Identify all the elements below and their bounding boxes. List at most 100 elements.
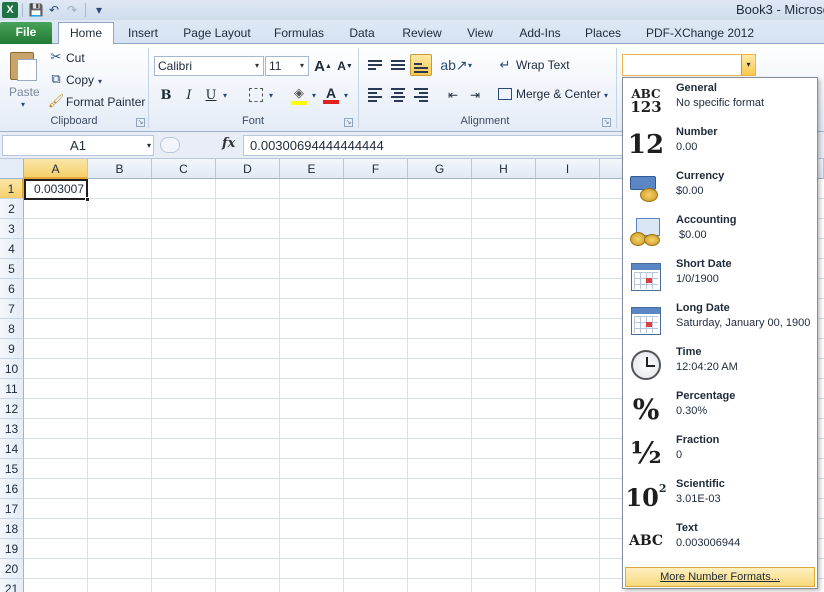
row-header[interactable]: 3 xyxy=(0,219,24,239)
formula-bar-splitter[interactable] xyxy=(160,135,224,156)
bold-button[interactable]: B xyxy=(155,84,177,106)
align-bottom-button[interactable] xyxy=(410,54,432,76)
save-icon[interactable]: 💾 xyxy=(27,1,45,19)
chevron-down-icon[interactable]: ▾ xyxy=(147,136,151,155)
underline-dropdown-icon[interactable]: ▾ xyxy=(221,88,229,102)
row-header[interactable]: 8 xyxy=(0,319,24,339)
underline-button[interactable]: U xyxy=(200,84,222,106)
cut-icon[interactable]: ✂ xyxy=(48,49,64,65)
name-box[interactable]: A1 ▾ xyxy=(2,135,154,156)
tab-home[interactable]: Home xyxy=(58,22,114,44)
alignment-launcher-icon[interactable]: ↘ xyxy=(602,118,611,127)
tab-add-ins[interactable]: Add-Ins xyxy=(512,23,568,44)
shrink-font-button[interactable]: A ▼ xyxy=(334,55,356,77)
undo-icon[interactable]: ↶ xyxy=(45,1,63,19)
tab-places[interactable]: Places xyxy=(580,23,626,44)
redo-icon[interactable]: ↷ xyxy=(63,1,81,19)
row-header[interactable]: 15 xyxy=(0,459,24,479)
fill-handle[interactable] xyxy=(85,197,90,202)
format-item-time[interactable]: Time 12:04:20 AM xyxy=(623,342,817,386)
fill-color-dropdown-icon[interactable]: ▾ xyxy=(310,88,318,102)
font-color-icon[interactable]: A xyxy=(320,84,342,106)
copy-icon[interactable]: ⧉ xyxy=(48,71,64,87)
row-header[interactable]: 10 xyxy=(0,359,24,379)
tab-review[interactable]: Review xyxy=(396,23,448,44)
row-header[interactable]: 9 xyxy=(0,339,24,359)
chevron-down-icon[interactable]: ▾ xyxy=(296,57,308,75)
format-item-general[interactable]: ABC 123 General No specific format xyxy=(623,78,817,122)
format-painter-button[interactable]: Format Painter xyxy=(66,95,145,109)
row-header[interactable]: 2 xyxy=(0,199,24,219)
font-name-combo[interactable]: Calibri ▾ xyxy=(154,56,264,76)
orientation-icon[interactable]: ab↗ xyxy=(440,56,467,74)
format-item-currency[interactable]: Currency $0.00 xyxy=(623,166,817,210)
column-header[interactable]: G xyxy=(408,159,472,179)
row-header[interactable]: 5 xyxy=(0,259,24,279)
tab-page-layout[interactable]: Page Layout xyxy=(178,23,256,44)
clipboard-launcher-icon[interactable]: ↘ xyxy=(136,118,145,127)
merge-center-button[interactable]: Merge & Center xyxy=(516,87,601,101)
row-header[interactable]: 18 xyxy=(0,519,24,539)
align-middle-button[interactable] xyxy=(387,54,409,76)
more-number-formats-button[interactable]: More Number Formats... xyxy=(625,567,815,587)
insert-function-button[interactable]: fx xyxy=(222,136,235,151)
format-item-text[interactable]: ABC Text 0.003006944 xyxy=(623,518,817,562)
column-header[interactable]: H xyxy=(472,159,536,179)
borders-icon[interactable] xyxy=(246,85,266,105)
format-painter-icon[interactable]: 🖌 xyxy=(48,93,65,109)
align-left-button[interactable] xyxy=(364,84,386,106)
row-header[interactable]: 16 xyxy=(0,479,24,499)
formula-input[interactable]: 0.00300694444444444 xyxy=(243,135,624,156)
row-header[interactable]: 20 xyxy=(0,559,24,579)
cut-button[interactable]: Cut xyxy=(66,51,85,65)
format-item-short-date[interactable]: Short Date 1/0/1900 xyxy=(623,254,817,298)
tab-insert[interactable]: Insert xyxy=(120,23,166,44)
font-color-dropdown-icon[interactable]: ▾ xyxy=(342,88,350,102)
increase-indent-button[interactable]: ⇥ xyxy=(464,84,486,106)
row-header[interactable]: 12 xyxy=(0,399,24,419)
row-header[interactable]: 6 xyxy=(0,279,24,299)
merge-dropdown-icon[interactable]: ▾ xyxy=(602,88,610,102)
chevron-down-icon[interactable]: ▾ xyxy=(741,55,755,75)
row-header[interactable]: 11 xyxy=(0,379,24,399)
column-header[interactable]: I xyxy=(536,159,600,179)
row-header[interactable]: 17 xyxy=(0,499,24,519)
align-center-button[interactable] xyxy=(387,84,409,106)
tab-file[interactable]: File xyxy=(0,22,52,44)
customize-quick-access-icon[interactable]: ▾ xyxy=(90,1,108,19)
chevron-down-icon[interactable]: ▾ xyxy=(251,57,263,75)
column-header[interactable]: C xyxy=(152,159,216,179)
fill-color-icon[interactable]: ◈ xyxy=(288,84,310,106)
column-header[interactable]: B xyxy=(88,159,152,179)
format-item-number[interactable]: 12 Number 0.00 xyxy=(623,122,817,166)
tab-data[interactable]: Data xyxy=(342,23,382,44)
row-header[interactable]: 19 xyxy=(0,539,24,559)
column-header[interactable]: D xyxy=(216,159,280,179)
italic-button[interactable]: I xyxy=(178,84,200,106)
format-item-scientific[interactable]: 10 2 Scientific 3.01E-03 xyxy=(623,474,817,518)
column-header[interactable]: A xyxy=(24,159,88,179)
paste-dropdown-icon[interactable]: ▾ xyxy=(8,100,38,109)
number-format-combo[interactable]: ▾ xyxy=(622,54,756,76)
column-header[interactable]: E xyxy=(280,159,344,179)
row-header[interactable]: 1 xyxy=(0,179,24,199)
row-header[interactable]: 21 xyxy=(0,579,24,592)
paste-icon[interactable] xyxy=(8,50,38,82)
row-header[interactable]: 4 xyxy=(0,239,24,259)
tab-formulas[interactable]: Formulas xyxy=(268,23,330,44)
copy-button[interactable]: Copy xyxy=(66,73,94,87)
row-header[interactable]: 14 xyxy=(0,439,24,459)
format-item-fraction[interactable]: ½ Fraction 0 xyxy=(623,430,817,474)
font-size-combo[interactable]: 11 ▾ xyxy=(265,56,309,76)
orientation-dropdown-icon[interactable]: ▾ xyxy=(466,58,474,72)
grow-font-button[interactable]: A ▲ xyxy=(312,55,334,77)
excel-app-icon[interactable]: X xyxy=(2,2,18,18)
format-item-percentage[interactable]: % Percentage 0.30% xyxy=(623,386,817,430)
format-item-long-date[interactable]: Long Date Saturday, January 00, 1900 xyxy=(623,298,817,342)
align-right-button[interactable] xyxy=(410,84,432,106)
cell-a1[interactable]: 0.003007 xyxy=(24,179,88,200)
paste-button[interactable]: Paste xyxy=(9,85,40,99)
row-header[interactable]: 13 xyxy=(0,419,24,439)
font-launcher-icon[interactable]: ↘ xyxy=(344,118,353,127)
column-header[interactable]: F xyxy=(344,159,408,179)
